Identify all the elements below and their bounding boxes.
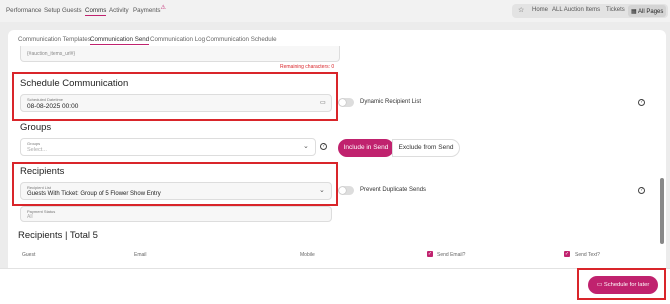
- highlight-schedule-button: [577, 268, 666, 300]
- grid-icon: ▦: [631, 9, 637, 15]
- groups-title: Groups: [20, 122, 52, 133]
- send-email-all-checkbox[interactable]: ✓: [427, 251, 433, 257]
- help-icon[interactable]: ?: [638, 99, 645, 106]
- groups-select[interactable]: Groups Select... ⌄: [20, 138, 316, 156]
- nav-payments[interactable]: Payments⚠: [133, 5, 166, 14]
- help-icon[interactable]: ?: [638, 187, 645, 194]
- all-pages-button[interactable]: ▦ All Pages: [628, 5, 666, 17]
- footer-bar: [0, 268, 670, 304]
- nav-setup[interactable]: Setup: [44, 7, 60, 14]
- payment-status-value: All: [27, 214, 33, 220]
- link-home[interactable]: Home: [532, 7, 548, 13]
- chevron-down-icon: ⌄: [303, 143, 309, 150]
- dynamic-recipient-toggle[interactable]: [338, 98, 354, 107]
- col-email: Email: [134, 252, 147, 258]
- include-in-send-button[interactable]: Include in Send: [338, 139, 394, 157]
- exclude-from-send-button[interactable]: Exclude from Send: [392, 139, 460, 157]
- link-auction-items[interactable]: ALL Auction Items: [552, 7, 600, 13]
- message-field[interactable]: {#auction_items_url#}: [20, 46, 340, 62]
- groups-label: Groups: [27, 141, 41, 146]
- message-text: {#auction_items_url#}: [27, 51, 76, 57]
- warning-icon: ⚠: [160, 5, 166, 11]
- vertical-scrollbar[interactable]: [660, 178, 664, 244]
- nav-activity[interactable]: Activity: [109, 7, 129, 14]
- tab-schedule[interactable]: Communication Schedule: [206, 36, 277, 43]
- top-nav: Performance Setup Guests Comms Activity …: [0, 0, 670, 22]
- dynamic-recipient-label: Dynamic Recipient List: [360, 99, 422, 105]
- all-pages-label: All Pages: [638, 9, 664, 15]
- tab-log[interactable]: Communication Log: [150, 36, 205, 43]
- prevent-duplicate-toggle[interactable]: [338, 186, 354, 195]
- payment-status-select[interactable]: Payment Status All: [20, 206, 332, 222]
- col-send-text: Send Text?: [575, 252, 600, 258]
- link-tickets[interactable]: Tickets: [606, 7, 625, 13]
- nav-guests[interactable]: Guests: [62, 7, 82, 14]
- tab-send[interactable]: Communication Send: [90, 36, 150, 45]
- nav-payments-label: Payments: [133, 7, 161, 14]
- prevent-duplicate-label: Prevent Duplicate Sends: [360, 187, 427, 193]
- remaining-characters: Remaining characters: 0: [280, 64, 335, 70]
- groups-placeholder: Select...: [27, 147, 47, 153]
- highlight-schedule: [12, 72, 338, 121]
- send-text-all-checkbox[interactable]: ✓: [564, 251, 570, 257]
- recipients-total-title: Recipients | Total 5: [18, 230, 98, 241]
- quick-links: ☆ Home ALL Auction Items Tickets ▦ All P…: [512, 4, 668, 18]
- col-mobile: Mobile: [300, 252, 315, 258]
- highlight-recipients: [12, 162, 338, 206]
- tab-templates[interactable]: Communication Templates: [18, 36, 91, 43]
- col-guest: Guest: [22, 252, 36, 258]
- nav-comms[interactable]: Comms: [85, 7, 107, 16]
- col-send-email: Send Email?: [437, 252, 466, 258]
- help-icon[interactable]: ?: [320, 143, 327, 150]
- nav-performance[interactable]: Performance: [6, 7, 41, 14]
- star-icon[interactable]: ☆: [518, 6, 524, 14]
